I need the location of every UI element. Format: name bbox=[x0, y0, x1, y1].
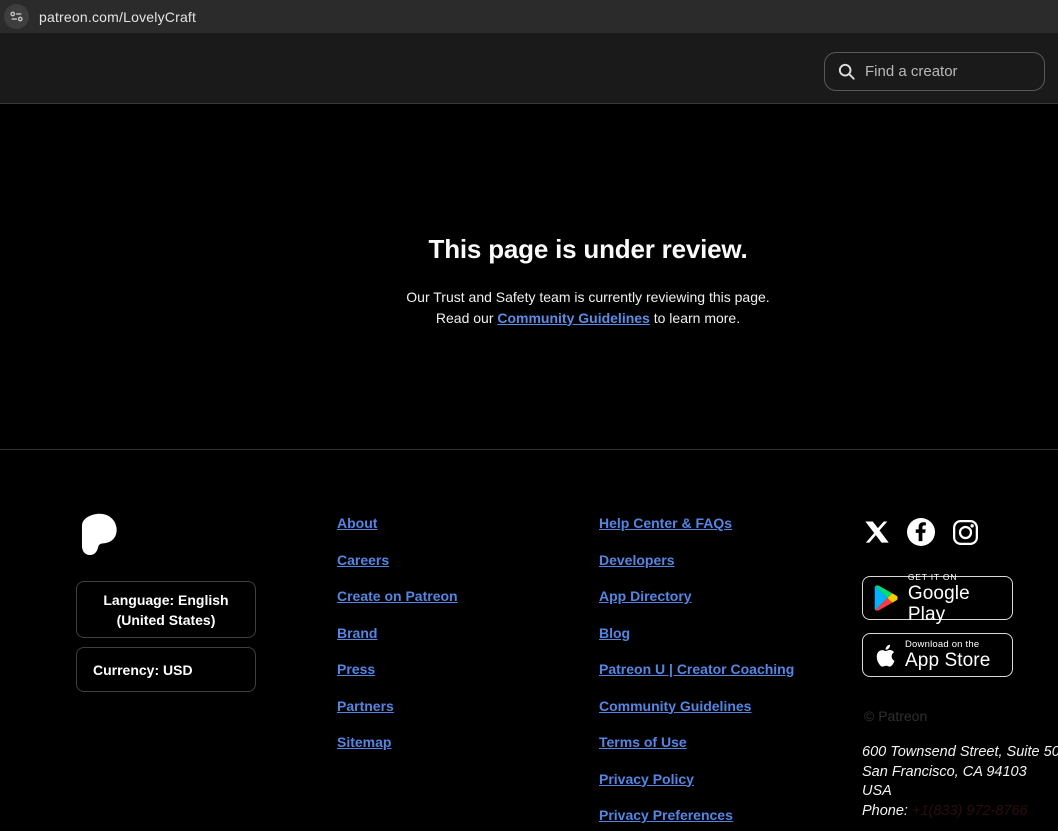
phone-label: Phone: bbox=[862, 803, 908, 820]
footer-link-careers[interactable]: Careers bbox=[337, 551, 458, 571]
facebook-icon bbox=[907, 518, 935, 546]
review-line1: Our Trust and Safety team is currently r… bbox=[406, 289, 770, 305]
footer-links-column-2: Help Center & FAQs Developers App Direct… bbox=[599, 514, 794, 826]
search-icon bbox=[838, 63, 855, 80]
footer-links-column-1: About Careers Create on Patreon Brand Pr… bbox=[337, 514, 458, 753]
footer-link-privacy-policy[interactable]: Privacy Policy bbox=[599, 770, 794, 790]
facebook-social-link[interactable] bbox=[907, 518, 935, 546]
app-store-badge[interactable]: Download on the App Store bbox=[862, 633, 1013, 677]
footer-link-sitemap[interactable]: Sitemap bbox=[337, 733, 458, 753]
x-social-link[interactable] bbox=[864, 519, 890, 545]
google-play-icon bbox=[874, 585, 898, 611]
review-message: This page is under review. Our Trust and… bbox=[358, 234, 818, 328]
phone-number-link[interactable]: +1(833) 972-8766 bbox=[912, 803, 1028, 819]
address-line-3: USA bbox=[862, 783, 892, 800]
footer-link-partners[interactable]: Partners bbox=[337, 697, 458, 717]
footer-link-about[interactable]: About bbox=[337, 514, 458, 534]
language-selector[interactable]: Language: English (United States) bbox=[76, 581, 256, 638]
community-guidelines-link[interactable]: Community Guidelines bbox=[497, 310, 649, 326]
instagram-social-link[interactable] bbox=[952, 519, 979, 546]
footer-link-developers[interactable]: Developers bbox=[599, 551, 794, 571]
footer-link-community-guidelines[interactable]: Community Guidelines bbox=[599, 697, 794, 717]
instagram-icon bbox=[953, 519, 978, 545]
footer-link-blog[interactable]: Blog bbox=[599, 624, 794, 644]
footer-link-brand[interactable]: Brand bbox=[337, 624, 458, 644]
site-header bbox=[0, 33, 1058, 104]
copyright-text: © Patreon bbox=[864, 708, 928, 724]
apple-icon bbox=[876, 644, 895, 667]
footer-link-press[interactable]: Press bbox=[337, 660, 458, 680]
app-store-label: App Store bbox=[905, 650, 991, 671]
main-content: This page is under review. Our Trust and… bbox=[0, 104, 1058, 450]
page-title: This page is under review. bbox=[428, 234, 748, 264]
google-play-label: Google Play bbox=[907, 582, 970, 625]
footer-link-terms-of-use[interactable]: Terms of Use bbox=[599, 733, 794, 753]
footer-link-app-directory[interactable]: App Directory bbox=[599, 587, 794, 607]
footer-link-patreon-u[interactable]: Patreon U | Creator Coaching bbox=[599, 660, 794, 680]
search-input[interactable] bbox=[865, 63, 1032, 80]
google-play-tagline: GET IT ON bbox=[907, 571, 958, 582]
tune-icon bbox=[10, 11, 23, 22]
social-icons-row bbox=[864, 518, 979, 546]
footer-link-help-center[interactable]: Help Center & FAQs bbox=[599, 514, 794, 534]
x-icon bbox=[865, 521, 889, 543]
footer-link-create-on-patreon[interactable]: Create on Patreon bbox=[337, 587, 458, 607]
company-address: 600 Townsend Street, Suite 500 San Franc… bbox=[862, 743, 1058, 822]
review-line2-prefix: Read our bbox=[435, 309, 498, 326]
url-text[interactable]: patreon.com/LovelyCraft bbox=[39, 9, 196, 25]
address-line-2: San Francisco, CA 94103 bbox=[862, 763, 1027, 780]
google-play-badge[interactable]: GET IT ON Google Play bbox=[862, 572, 1013, 625]
footer-link-privacy-preferences[interactable]: Privacy Preferences bbox=[599, 806, 794, 826]
review-text: Our Trust and Safety team is currently r… bbox=[358, 287, 818, 328]
phone-line: Phone: +1(833) 972-8766 bbox=[862, 802, 1058, 822]
patreon-logo[interactable] bbox=[79, 513, 117, 561]
address-line-1: 600 Townsend Street, Suite 500 bbox=[862, 744, 1058, 760]
browser-url-bar: patreon.com/LovelyCraft bbox=[0, 0, 1058, 33]
review-line2-suffix: to learn more. bbox=[649, 309, 741, 326]
search-box[interactable] bbox=[824, 52, 1045, 91]
patreon-logo-icon bbox=[81, 513, 117, 556]
page: patreon.com/LovelyCraft This page is und… bbox=[0, 0, 1058, 831]
site-settings-button[interactable] bbox=[4, 4, 29, 29]
app-store-tagline: Download on the bbox=[905, 639, 980, 650]
currency-selector[interactable]: Currency: USD bbox=[76, 647, 256, 692]
